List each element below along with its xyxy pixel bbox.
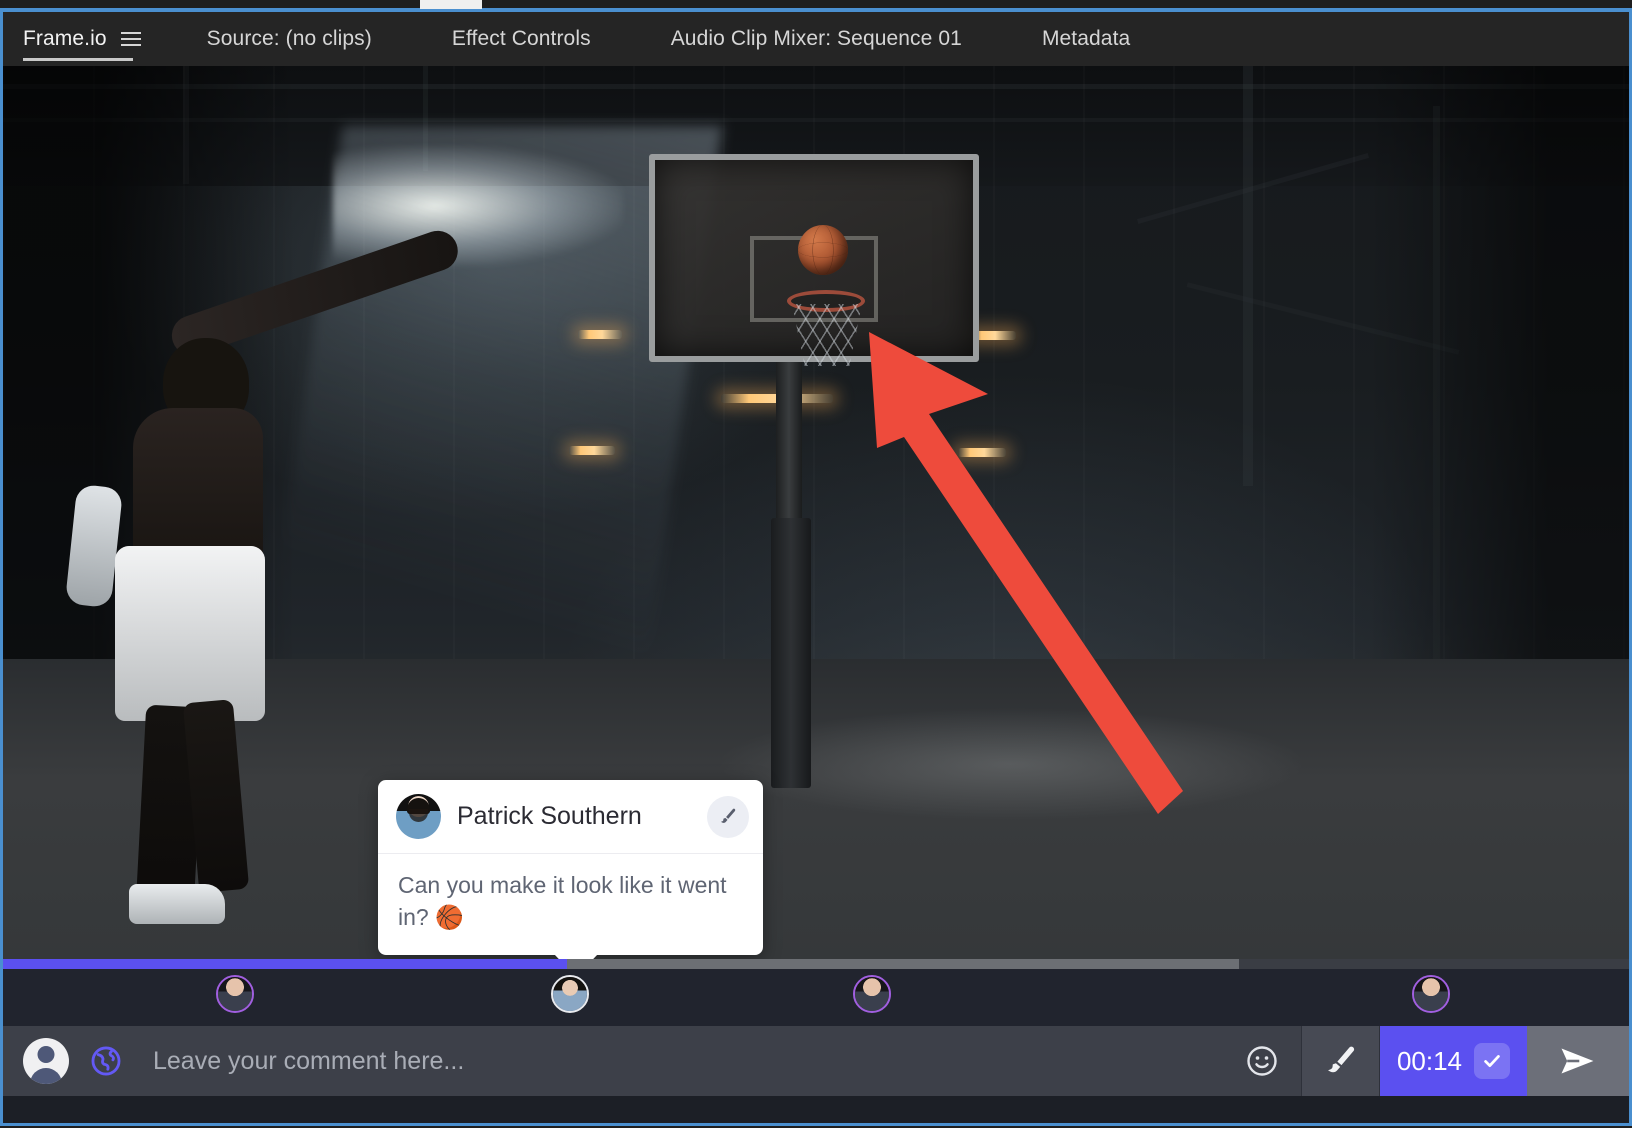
avatar	[553, 977, 587, 1011]
comment-marker-current[interactable]	[551, 975, 589, 1013]
panel-tab-bar: Frame.io Source: (no clips) Effect Contr…	[3, 12, 1629, 66]
current-user-avatar[interactable]	[23, 1038, 69, 1084]
comment-input[interactable]	[125, 1026, 1223, 1096]
active-tab-underline	[23, 58, 133, 61]
draw-annotation-button[interactable]	[1301, 1026, 1379, 1096]
video-viewer[interactable]: Patrick Southern Can you make it look li…	[3, 66, 1629, 959]
brush-icon	[1327, 1046, 1354, 1073]
tab-source[interactable]: Source: (no clips)	[167, 12, 412, 66]
tab-effect-controls[interactable]: Effect Controls	[412, 12, 631, 66]
basketball	[798, 225, 848, 275]
player-shorts	[115, 546, 265, 721]
comment-popup-tail	[554, 954, 598, 959]
emoji-picker-button[interactable]	[1223, 1026, 1301, 1096]
send-comment-button[interactable]	[1527, 1026, 1629, 1096]
tab-effect-controls-label: Effect Controls	[451, 27, 591, 50]
comment-marker[interactable]	[1412, 975, 1450, 1013]
comment-marker-strip	[3, 969, 1629, 1026]
avatar	[855, 977, 889, 1011]
scrubber-track-remainder	[1239, 959, 1629, 969]
avatar-beard	[409, 809, 428, 822]
panel-footer	[3, 1096, 1629, 1125]
tab-metadata-label: Metadata	[1041, 27, 1131, 50]
comment-popup-header: Patrick Southern	[378, 780, 763, 854]
video-scrubber[interactable]	[3, 959, 1629, 969]
tab-metadata[interactable]: Metadata	[1002, 12, 1170, 66]
tab-frameio[interactable]: Frame.io	[3, 12, 167, 66]
globe-icon[interactable]	[87, 1042, 125, 1080]
scrubber-progress	[3, 959, 568, 969]
check-glyph	[1484, 1055, 1500, 1068]
avatar	[396, 794, 441, 839]
comment-popup[interactable]: Patrick Southern Can you make it look li…	[378, 780, 763, 959]
timecode-toggle-button[interactable]: 00:14	[1379, 1026, 1527, 1096]
avatar-body	[30, 1068, 62, 1084]
comment-composer: 00:14	[3, 1026, 1629, 1096]
brush-glyph	[720, 808, 736, 823]
brush-icon[interactable]	[707, 795, 749, 838]
emoji-smiley-icon	[1247, 1046, 1277, 1076]
timecode-label: 00:14	[1396, 1045, 1463, 1076]
comment-marker[interactable]	[853, 975, 891, 1013]
tab-source-label: Source: (no clips)	[206, 27, 372, 50]
player-shoe	[129, 884, 225, 924]
avatar	[218, 977, 252, 1011]
tab-frameio-label: Frame.io	[23, 27, 107, 50]
video-frame	[3, 66, 1629, 959]
panel-drag-handle[interactable]	[420, 0, 482, 9]
globe-glyph	[91, 1046, 121, 1076]
check-icon	[1474, 1043, 1511, 1079]
hamburger-icon[interactable]	[120, 31, 141, 47]
tab-audio-clip-mixer-label: Audio Clip Mixer: Sequence 01	[670, 27, 962, 50]
hoop-pole-pad	[771, 518, 811, 788]
send-icon	[1561, 1048, 1594, 1074]
avatar-head	[37, 1046, 55, 1063]
frameio-panel: Frame.io Source: (no clips) Effect Contr…	[0, 0, 1632, 1128]
tab-audio-clip-mixer[interactable]: Audio Clip Mixer: Sequence 01	[631, 12, 1002, 66]
comment-marker[interactable]	[216, 975, 254, 1013]
comment-author-name: Patrick Southern	[457, 802, 642, 830]
avatar	[1414, 977, 1448, 1011]
hoop-pole	[776, 362, 802, 537]
comment-text: Can you make it look like it went in? 🏀	[398, 872, 727, 930]
